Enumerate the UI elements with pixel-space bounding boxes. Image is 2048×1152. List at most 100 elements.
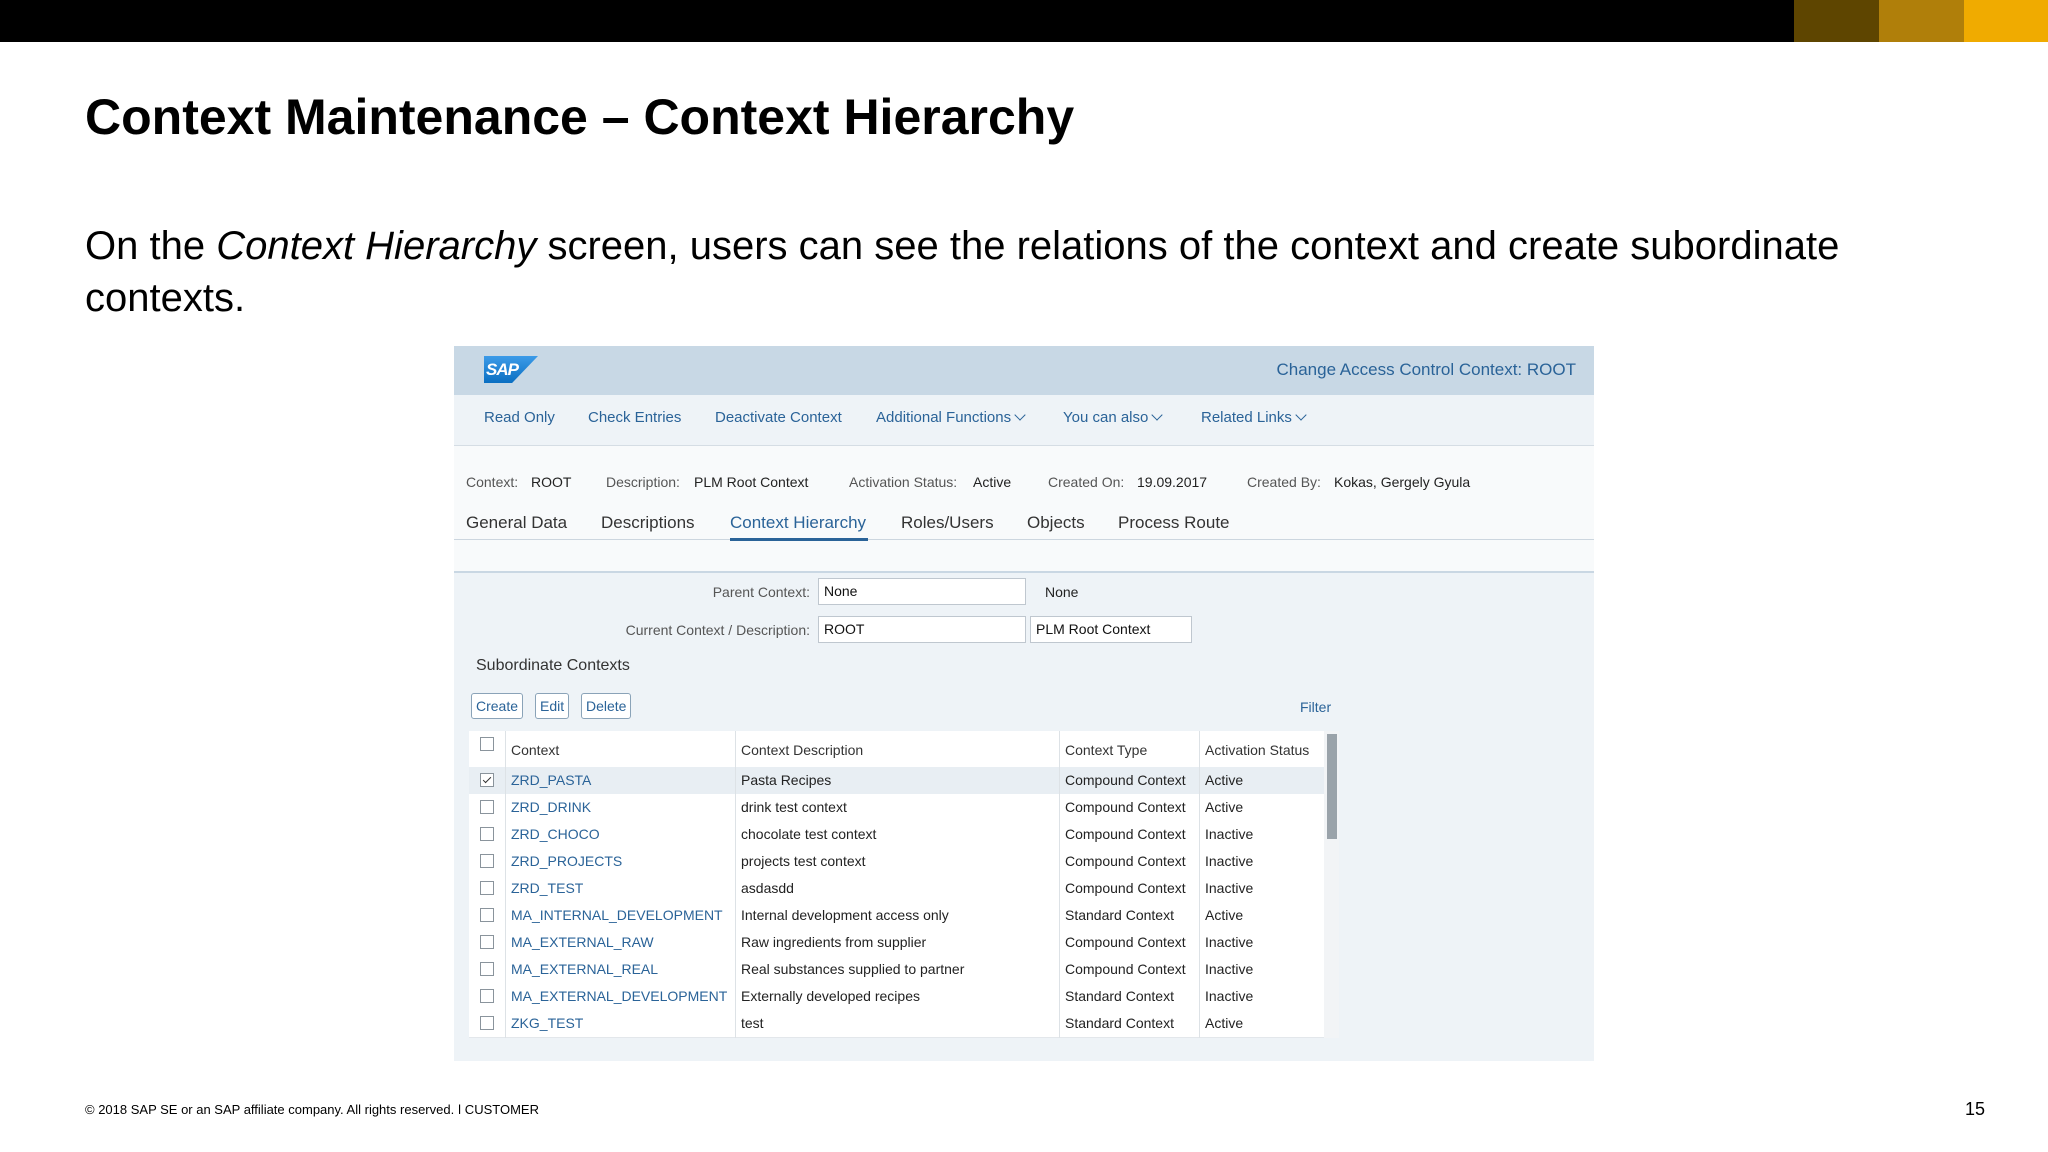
delete-button[interactable]: Delete <box>581 693 632 719</box>
chevron-down-icon <box>1014 409 1026 421</box>
row-checkbox[interactable] <box>480 908 494 922</box>
context-link[interactable]: ZRD_DRINK <box>511 799 591 815</box>
context-link[interactable]: ZRD_CHOCO <box>511 826 600 842</box>
context-link[interactable]: ZRD_TEST <box>511 880 583 896</box>
context-value: ROOT <box>531 474 572 490</box>
context-type-cell: Compound Context <box>1065 799 1186 815</box>
column-header-type[interactable]: Context Type <box>1065 742 1147 758</box>
tab-roles-users[interactable]: Roles/Users <box>901 513 994 533</box>
table-row[interactable]: MA_EXTERNAL_RAW Raw ingredients from supp… <box>469 929 1324 957</box>
table-row[interactable]: ZRD_PROJECTS projects test context Compoun… <box>469 848 1324 876</box>
row-checkbox[interactable] <box>480 773 494 787</box>
parent-context-description: None <box>1045 584 1079 600</box>
activation-status-label: Activation Status: <box>849 474 958 490</box>
row-checkbox[interactable] <box>480 800 494 814</box>
create-button[interactable]: Create <box>471 693 524 719</box>
table-row[interactable]: MA_EXTERNAL_DEVELOPMENT Externally develo… <box>469 983 1324 1011</box>
app-screenshot: SAP Change Access Control Context: ROOT … <box>454 346 1594 1061</box>
page-number: 15 <box>1964 1099 1985 1119</box>
filter-link[interactable]: Filter <box>1300 699 1331 715</box>
context-link[interactable]: MA_INTERNAL_DEVELOPMENT <box>511 907 723 923</box>
you-can-also-label: You can also <box>1063 409 1149 426</box>
context-description-cell: Internal development access only <box>741 907 949 923</box>
table-row[interactable]: MA_EXTERNAL_REAL Real substances supplied… <box>469 956 1324 984</box>
deactivate-context-button[interactable]: Deactivate Context <box>715 409 842 426</box>
context-description-cell: projects test context <box>741 853 866 869</box>
row-checkbox[interactable] <box>480 827 494 841</box>
subordinate-contexts-title: Subordinate Contexts <box>476 657 630 674</box>
context-link[interactable]: ZRD_PROJECTS <box>511 853 622 869</box>
context-type-cell: Compound Context <box>1065 961 1186 977</box>
chevron-down-icon <box>1151 409 1164 421</box>
parent-context-input[interactable]: None <box>818 578 1026 605</box>
context-type-cell: Standard Context <box>1065 1015 1174 1031</box>
context-description-cell: Real substances supplied to partner <box>741 961 965 977</box>
context-description-cell: asdasdd <box>741 880 794 896</box>
row-checkbox[interactable] <box>480 881 494 895</box>
context-description-cell: test <box>741 1015 764 1031</box>
edit-button[interactable]: Edit <box>535 693 570 719</box>
tab-general-data[interactable]: General Data <box>466 513 567 533</box>
window-title: Change Access Control Context: ROOT <box>1276 360 1576 379</box>
context-link[interactable]: MA_EXTERNAL_RAW <box>511 934 654 950</box>
activation-status-cell: Inactive <box>1205 934 1254 950</box>
activation-status-cell: Active <box>1205 907 1244 923</box>
you-can-also-menu[interactable]: You can also <box>1063 409 1164 426</box>
row-checkbox[interactable] <box>480 962 494 976</box>
additional-functions-menu[interactable]: Additional Functions <box>876 409 1026 426</box>
context-link[interactable]: MA_EXTERNAL_REAL <box>511 961 658 977</box>
tab-objects[interactable]: Objects <box>1027 513 1085 533</box>
context-link[interactable]: ZKG_TEST <box>511 1015 583 1031</box>
row-checkbox[interactable] <box>480 1016 494 1030</box>
table-row[interactable]: MA_INTERNAL_DEVELOPMENT Internal developm… <box>469 902 1324 930</box>
created-by-label: Created By: <box>1247 474 1321 490</box>
current-context-description-field[interactable]: PLM Root Context <box>1030 616 1192 643</box>
context-description-cell: drink test context <box>741 799 847 815</box>
context-type-cell: Standard Context <box>1065 988 1174 1004</box>
created-on-label: Created On: <box>1048 474 1125 490</box>
chevron-down-icon <box>1295 409 1307 421</box>
row-checkbox[interactable] <box>480 935 494 949</box>
tab-descriptions[interactable]: Descriptions <box>601 513 695 533</box>
context-description-cell: Raw ingredients from supplier <box>741 934 927 950</box>
activation-status-cell: Inactive <box>1205 988 1254 1004</box>
current-context-label: Current Context / Description: <box>625 622 810 638</box>
app-header: SAP Change Access Control Context: ROOT <box>454 346 1594 395</box>
table-row[interactable]: ZRD_TEST asdasdd Compound Context Inactive <box>469 875 1324 903</box>
activation-status-cell: Inactive <box>1205 853 1254 869</box>
column-header-description[interactable]: Context Description <box>741 742 863 758</box>
context-type-cell: Compound Context <box>1065 853 1186 869</box>
row-checkbox[interactable] <box>480 854 494 868</box>
table-row[interactable]: ZRD_CHOCO chocolate test context Compound … <box>469 821 1324 849</box>
read-only-button[interactable]: Read Only <box>484 409 555 426</box>
current-context-input[interactable]: ROOT <box>818 616 1026 643</box>
tab-context-hierarchy[interactable]: Context Hierarchy <box>730 513 866 533</box>
column-header-context[interactable]: Context <box>511 742 559 758</box>
brand-stripe <box>1964 0 2048 42</box>
row-checkbox[interactable] <box>480 989 494 1003</box>
column-header-status[interactable]: Activation Status <box>1205 742 1309 758</box>
tab-process-route[interactable]: Process Route <box>1118 513 1230 533</box>
scrollbar-thumb[interactable] <box>1327 734 1337 839</box>
activation-status-cell: Active <box>1205 772 1244 788</box>
slide-title: Context Maintenance – Context Hierarchy <box>85 89 1075 145</box>
context-link[interactable]: MA_EXTERNAL_DEVELOPMENT <box>511 988 727 1004</box>
context-link[interactable]: ZRD_PASTA <box>511 772 591 788</box>
description-value: PLM Root Context <box>694 474 809 490</box>
column-divider <box>1199 731 1200 1038</box>
context-type-cell: Compound Context <box>1065 772 1186 788</box>
related-links-label: Related Links <box>1201 409 1292 426</box>
select-all-checkbox[interactable] <box>480 737 494 751</box>
activation-status-cell: Active <box>1205 799 1244 815</box>
related-links-menu[interactable]: Related Links <box>1201 409 1307 426</box>
additional-functions-label: Additional Functions <box>876 409 1012 426</box>
brand-stripe <box>1879 0 1964 42</box>
table-row[interactable]: ZKG_TEST test Standard Context Active <box>469 1010 1324 1038</box>
table-row[interactable]: ZRD_DRINK drink test context Compound Cont… <box>469 794 1324 822</box>
context-label: Context: <box>466 474 519 490</box>
table-row[interactable]: ZRD_PASTA Pasta Recipes Compound Context Ac… <box>469 767 1324 795</box>
body-text-emphasis: Context Hierarchy <box>216 224 537 268</box>
activation-status-value: Active <box>973 474 1012 490</box>
copyright-footer: © 2018 SAP SE or an SAP affiliate compan… <box>85 1102 539 1117</box>
check-entries-button[interactable]: Check Entries <box>588 409 681 426</box>
